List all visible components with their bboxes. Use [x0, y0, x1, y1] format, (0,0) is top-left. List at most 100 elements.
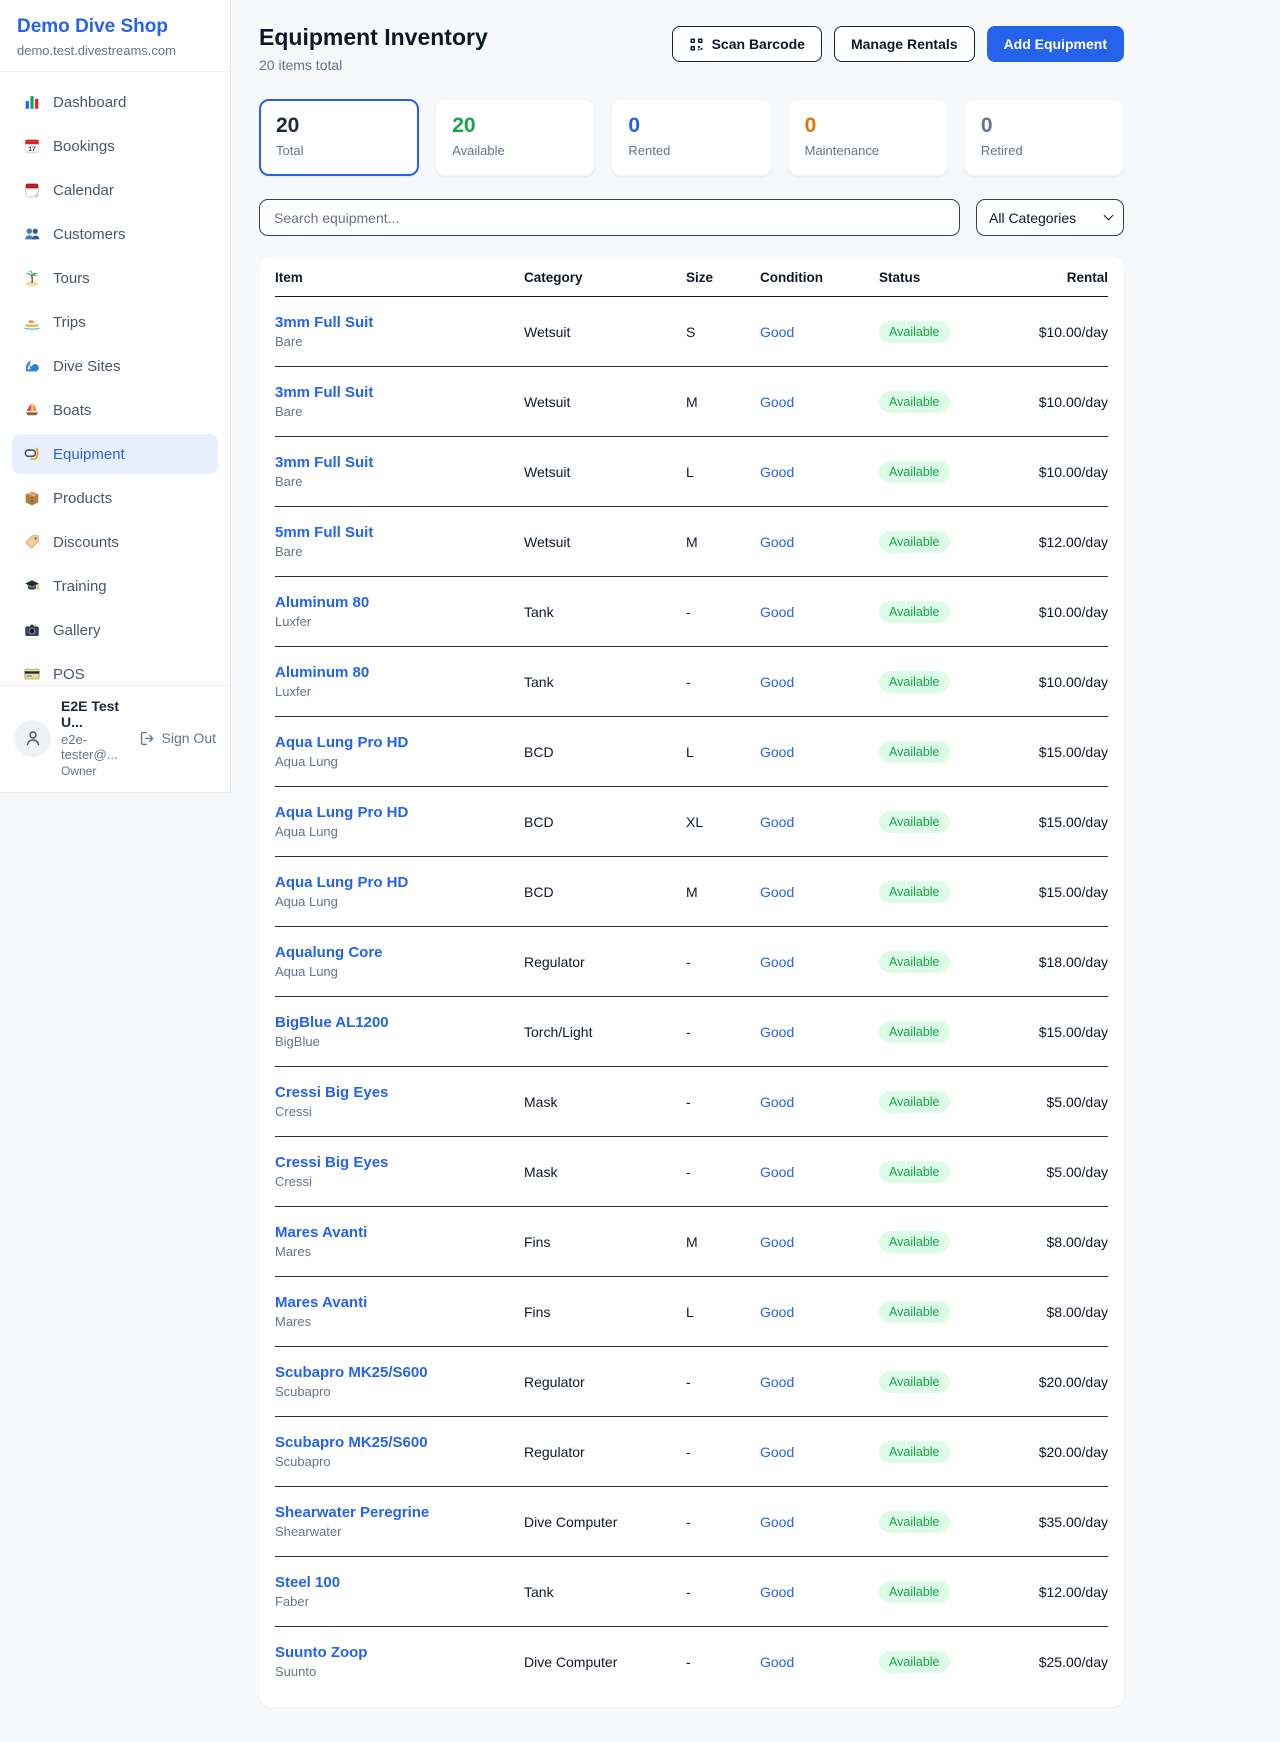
table-row[interactable]: Suunto Zoop Suunto Dive Computer - Good …: [275, 1627, 1108, 1697]
sidebar-item-trips[interactable]: Trips: [12, 302, 218, 342]
table-row[interactable]: Steel 100 Faber Tank - Good Available $1…: [275, 1557, 1108, 1627]
add-equipment-button[interactable]: Add Equipment: [987, 26, 1124, 62]
status-badge: Available: [879, 881, 950, 903]
table-row[interactable]: Scubapro MK25/S600 Scubapro Regulator - …: [275, 1347, 1108, 1417]
item-name-link[interactable]: Cressi Big Eyes: [275, 1084, 524, 1101]
item-name-link[interactable]: Aqua Lung Pro HD: [275, 874, 524, 891]
sidebar-item-bookings[interactable]: Bookings: [12, 126, 218, 166]
scan-barcode-button[interactable]: Scan Barcode: [672, 26, 822, 62]
table-row[interactable]: Aqua Lung Pro HD Aqua Lung BCD L Good Av…: [275, 717, 1108, 787]
item-name-link[interactable]: 3mm Full Suit: [275, 454, 524, 471]
item-name-link[interactable]: Cressi Big Eyes: [275, 1154, 524, 1171]
item-name-link[interactable]: Aqua Lung Pro HD: [275, 804, 524, 821]
condition-link[interactable]: Good: [760, 324, 794, 340]
condition-link[interactable]: Good: [760, 814, 794, 830]
condition-link[interactable]: Good: [760, 1164, 794, 1180]
sidebar-item-dive-sites[interactable]: Dive Sites: [12, 346, 218, 386]
condition-link[interactable]: Good: [760, 1584, 794, 1600]
sidebar-item-tours[interactable]: Tours: [12, 258, 218, 298]
item-brand: Scubapro: [275, 1454, 524, 1469]
manage-rentals-button[interactable]: Manage Rentals: [834, 26, 975, 62]
person-icon: [23, 728, 43, 748]
item-rental: $15.00/day: [1027, 857, 1108, 927]
item-name-link[interactable]: Suunto Zoop: [275, 1644, 524, 1661]
stat-card-rented[interactable]: 0 Rented: [611, 99, 771, 176]
table-row[interactable]: 3mm Full Suit Bare Wetsuit S Good Availa…: [275, 297, 1108, 367]
item-name-link[interactable]: Mares Avanti: [275, 1294, 524, 1311]
table-row[interactable]: 3mm Full Suit Bare Wetsuit M Good Availa…: [275, 367, 1108, 437]
stat-card-available[interactable]: 20 Available: [435, 99, 595, 176]
category-filter[interactable]: All Categories: [976, 199, 1124, 236]
item-name-link[interactable]: Aqua Lung Pro HD: [275, 734, 524, 751]
table-row[interactable]: Cressi Big Eyes Cressi Mask - Good Avail…: [275, 1067, 1108, 1137]
discounts-icon: [23, 533, 41, 551]
table-row[interactable]: Mares Avanti Mares Fins M Good Available…: [275, 1207, 1108, 1277]
table-row[interactable]: Aqualung Core Aqua Lung Regulator - Good…: [275, 927, 1108, 997]
item-rental: $5.00/day: [1027, 1137, 1108, 1207]
item-brand: Mares: [275, 1244, 524, 1259]
condition-link[interactable]: Good: [760, 534, 794, 550]
table-row[interactable]: 3mm Full Suit Bare Wetsuit L Good Availa…: [275, 437, 1108, 507]
table-row[interactable]: Shearwater Peregrine Shearwater Dive Com…: [275, 1487, 1108, 1557]
sidebar-item-boats[interactable]: Boats: [12, 390, 218, 430]
condition-link[interactable]: Good: [760, 1374, 794, 1390]
sidebar-item-dashboard[interactable]: Dashboard: [12, 82, 218, 122]
table-row[interactable]: Cressi Big Eyes Cressi Mask - Good Avail…: [275, 1137, 1108, 1207]
condition-link[interactable]: Good: [760, 884, 794, 900]
item-name-link[interactable]: Mares Avanti: [275, 1224, 524, 1241]
item-size: -: [686, 1137, 760, 1207]
condition-link[interactable]: Good: [760, 674, 794, 690]
sidebar-item-discounts[interactable]: Discounts: [12, 522, 218, 562]
brand-block[interactable]: Demo Dive Shop demo.test.divestreams.com: [0, 0, 230, 71]
condition-link[interactable]: Good: [760, 744, 794, 760]
table-row[interactable]: Aqua Lung Pro HD Aqua Lung BCD M Good Av…: [275, 857, 1108, 927]
item-name-link[interactable]: BigBlue AL1200: [275, 1014, 524, 1031]
item-name-link[interactable]: 3mm Full Suit: [275, 384, 524, 401]
condition-link[interactable]: Good: [760, 1024, 794, 1040]
sidebar-item-calendar[interactable]: Calendar: [12, 170, 218, 210]
item-name-link[interactable]: 5mm Full Suit: [275, 524, 524, 541]
condition-link[interactable]: Good: [760, 1514, 794, 1530]
sidebar-item-gallery[interactable]: Gallery: [12, 610, 218, 650]
item-name-link[interactable]: Aluminum 80: [275, 664, 524, 681]
sidebar-item-products[interactable]: Products: [12, 478, 218, 518]
stat-card-retired[interactable]: 0 Retired: [964, 99, 1124, 176]
sidebar-item-equipment[interactable]: Equipment: [12, 434, 218, 474]
table-row[interactable]: Scubapro MK25/S600 Scubapro Regulator - …: [275, 1417, 1108, 1487]
condition-link[interactable]: Good: [760, 1444, 794, 1460]
table-row[interactable]: Aluminum 80 Luxfer Tank - Good Available…: [275, 647, 1108, 717]
condition-link[interactable]: Good: [760, 394, 794, 410]
item-name-link[interactable]: Scubapro MK25/S600: [275, 1434, 524, 1451]
item-brand: Aqua Lung: [275, 754, 524, 769]
item-size: -: [686, 1627, 760, 1697]
condition-link[interactable]: Good: [760, 954, 794, 970]
table-row[interactable]: Mares Avanti Mares Fins L Good Available…: [275, 1277, 1108, 1347]
table-row[interactable]: BigBlue AL1200 BigBlue Torch/Light - Goo…: [275, 997, 1108, 1067]
item-rental: $10.00/day: [1027, 367, 1108, 437]
condition-link[interactable]: Good: [760, 1654, 794, 1670]
page-title: Equipment Inventory: [259, 24, 488, 51]
item-name-link[interactable]: Scubapro MK25/S600: [275, 1364, 524, 1381]
condition-link[interactable]: Good: [760, 604, 794, 620]
condition-link[interactable]: Good: [760, 1234, 794, 1250]
table-row[interactable]: Aqua Lung Pro HD Aqua Lung BCD XL Good A…: [275, 787, 1108, 857]
stat-card-total[interactable]: 20 Total: [259, 99, 419, 176]
sidebar-item-customers[interactable]: Customers: [12, 214, 218, 254]
item-name-link[interactable]: Shearwater Peregrine: [275, 1504, 524, 1521]
item-brand: Luxfer: [275, 614, 524, 629]
condition-link[interactable]: Good: [760, 1304, 794, 1320]
sidebar-item-training[interactable]: Training: [12, 566, 218, 606]
item-name-link[interactable]: 3mm Full Suit: [275, 314, 524, 331]
sign-out-button[interactable]: Sign Out: [139, 730, 216, 747]
stat-card-maintenance[interactable]: 0 Maintenance: [788, 99, 948, 176]
search-input[interactable]: [259, 199, 960, 236]
status-badge: Available: [879, 671, 950, 693]
table-row[interactable]: 5mm Full Suit Bare Wetsuit M Good Availa…: [275, 507, 1108, 577]
table-row[interactable]: Aluminum 80 Luxfer Tank - Good Available…: [275, 577, 1108, 647]
condition-link[interactable]: Good: [760, 1094, 794, 1110]
condition-link[interactable]: Good: [760, 464, 794, 480]
item-name-link[interactable]: Aqualung Core: [275, 944, 524, 961]
item-name-link[interactable]: Steel 100: [275, 1574, 524, 1591]
item-brand: Shearwater: [275, 1524, 524, 1539]
item-name-link[interactable]: Aluminum 80: [275, 594, 524, 611]
